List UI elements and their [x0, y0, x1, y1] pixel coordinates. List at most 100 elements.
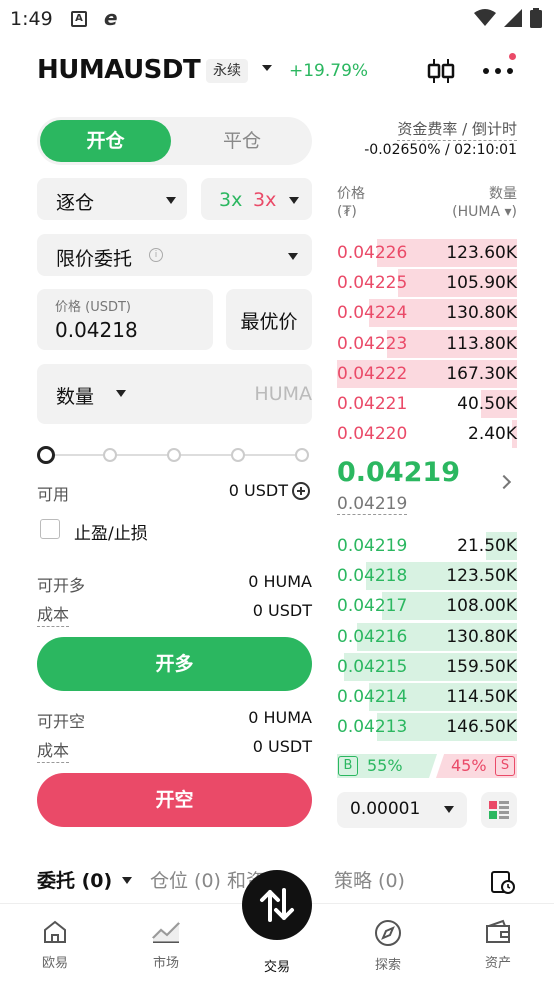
- tab-open-position[interactable]: 开仓: [40, 120, 171, 162]
- notification-dot: [509, 53, 516, 60]
- ask-price: 0.04222: [337, 363, 408, 384]
- slider-step-75[interactable]: [231, 448, 245, 462]
- amount-slider-handle[interactable]: [37, 446, 55, 464]
- more-dots-icon[interactable]: [482, 67, 514, 75]
- slider-step-100[interactable]: [295, 448, 309, 462]
- bid-price: 0.04217: [337, 596, 408, 617]
- ask-qty: 2.40K: [468, 424, 517, 445]
- ask-price: 0.04223: [337, 333, 408, 354]
- buy-percent: 55%: [367, 756, 403, 775]
- nav-explore[interactable]: 探索: [343, 918, 433, 973]
- last-price[interactable]: 0.04219: [337, 457, 460, 488]
- mark-price[interactable]: 0.04219: [337, 494, 408, 515]
- bid-qty: 146.50K: [446, 717, 517, 738]
- short-max-label: 可开空: [37, 712, 86, 731]
- orderbook-layout-icon: [489, 801, 509, 819]
- open-long-button[interactable]: 开多: [37, 637, 312, 691]
- slider-step-50[interactable]: [167, 448, 181, 462]
- bid-qty: 159.50K: [446, 656, 517, 677]
- contract-type-badge: 永续: [206, 59, 248, 83]
- margin-mode-caret-icon: [166, 197, 176, 204]
- trade-fab-button[interactable]: [242, 870, 312, 940]
- chevron-right-icon[interactable]: [496, 474, 512, 490]
- nav-market[interactable]: 市场: [121, 918, 211, 971]
- ask-row[interactable]: 0.04226 123.60K: [337, 238, 517, 268]
- tpsl-checkbox[interactable]: [40, 519, 60, 539]
- price-input-label: 价格 (USDT): [55, 300, 131, 315]
- ask-row[interactable]: 0.04221 40.50K: [337, 389, 517, 419]
- market-chart-icon: [152, 921, 180, 943]
- orderbook-price-unit: (₮): [337, 204, 357, 220]
- ask-qty: 113.80K: [446, 333, 517, 354]
- nav-assets[interactable]: 资产: [453, 918, 543, 971]
- ask-qty: 40.50K: [457, 394, 517, 414]
- info-icon[interactable]: i: [149, 248, 163, 262]
- ask-row[interactable]: 0.04220 2.40K: [337, 419, 517, 449]
- bid-price: 0.04213: [337, 717, 408, 738]
- nav-assets-label: 资产: [484, 956, 511, 971]
- bid-row[interactable]: 0.04213 146.50K: [337, 712, 517, 742]
- price-input-value[interactable]: 0.04218: [55, 318, 138, 342]
- funding-rate-value: -0.02650% / 02:10:01: [364, 142, 517, 158]
- short-max-value: 0 HUMA: [248, 708, 312, 727]
- quantity-label[interactable]: 数量: [56, 382, 94, 409]
- nav-home[interactable]: 欧易: [10, 918, 100, 971]
- long-cost-value: 0 USDT: [252, 601, 312, 620]
- bid-row[interactable]: 0.04219 21.50K: [337, 531, 517, 561]
- bid-price: 0.04214: [337, 687, 408, 707]
- leverage-short: 3x: [253, 189, 277, 211]
- ask-row[interactable]: 0.04224 130.80K: [337, 298, 517, 328]
- ask-row[interactable]: 0.04222 167.30K: [337, 359, 517, 389]
- long-cost-label[interactable]: 成本: [37, 601, 70, 627]
- ask-row[interactable]: 0.04225 105.90K: [337, 268, 517, 298]
- bid-row[interactable]: 0.04217 108.00K: [337, 591, 517, 621]
- open-short-button[interactable]: 开空: [37, 773, 312, 827]
- ask-qty: 130.80K: [446, 303, 517, 324]
- order-history-icon[interactable]: [490, 869, 516, 895]
- best-price-label: 最优价: [240, 311, 298, 333]
- ask-price: 0.04220: [337, 424, 408, 445]
- status-right-icons: [474, 8, 542, 28]
- wifi-icon: [474, 9, 496, 26]
- order-type-caret-icon: [288, 253, 298, 260]
- bid-row[interactable]: 0.04216 130.80K: [337, 622, 517, 652]
- bid-qty: 130.80K: [446, 626, 517, 647]
- tab-orders[interactable]: 委托 (0): [37, 866, 112, 893]
- compass-icon: [375, 920, 401, 946]
- tab-close-position[interactable]: 平仓: [175, 120, 309, 162]
- slider-step-25[interactable]: [103, 448, 117, 462]
- bid-row[interactable]: 0.04214 114.50K: [337, 682, 517, 712]
- margin-mode-value: 逐仓: [56, 192, 95, 214]
- price-change: +19.79%: [289, 61, 369, 81]
- ask-price: 0.04226: [337, 243, 408, 263]
- transfer-plus-icon[interactable]: [292, 482, 310, 500]
- short-cost-label[interactable]: 成本: [37, 737, 70, 763]
- ask-row[interactable]: 0.04223 113.80K: [337, 329, 517, 359]
- orderbook-qty-unit[interactable]: (HUMA ▾): [452, 204, 517, 220]
- candlestick-chart-icon[interactable]: [426, 56, 456, 86]
- nav-trade-label: 交易: [263, 960, 290, 975]
- sell-badge: S: [495, 756, 515, 776]
- orderbook-layout-button[interactable]: [481, 792, 517, 828]
- ask-qty: 123.60K: [446, 243, 517, 263]
- long-max-label: 可开多: [37, 576, 86, 595]
- symbol-title[interactable]: HUMAUSDT: [37, 55, 201, 85]
- bid-row[interactable]: 0.04215 159.50K: [337, 652, 517, 682]
- quantity-unit: HUMA: [254, 383, 312, 405]
- order-type-value: 限价委托: [56, 248, 133, 270]
- tpsl-label[interactable]: 止盈/止损: [74, 519, 148, 544]
- ask-qty: 167.30K: [446, 363, 517, 384]
- sell-percent: 45%: [451, 756, 487, 775]
- nav-home-label: 欧易: [41, 956, 68, 971]
- bid-price: 0.04218: [337, 566, 408, 587]
- ask-price: 0.04225: [337, 273, 408, 294]
- nav-trade[interactable]: 交易: [232, 954, 322, 975]
- bid-qty: 123.50K: [446, 566, 517, 587]
- tab-strategy[interactable]: 策略 (0): [334, 866, 405, 893]
- status-time: 1:49: [10, 8, 53, 30]
- funding-rate-label[interactable]: 资金费率 / 倒计时: [397, 118, 517, 141]
- precision-caret-icon: [444, 806, 454, 813]
- ask-price: 0.04224: [337, 303, 408, 324]
- bid-row[interactable]: 0.04218 123.50K: [337, 561, 517, 591]
- symbol-dropdown-icon[interactable]: [262, 65, 272, 71]
